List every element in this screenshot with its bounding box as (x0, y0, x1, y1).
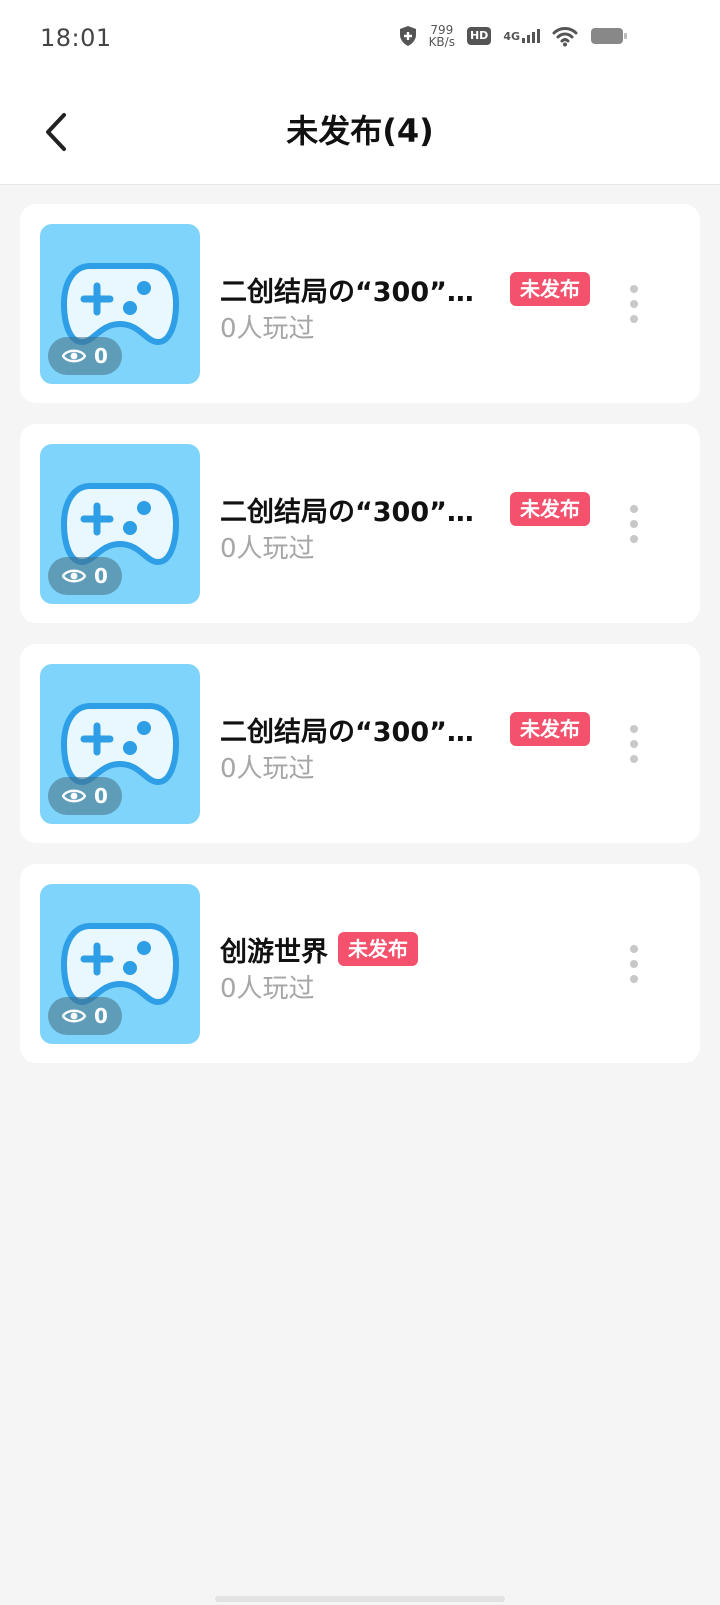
more-vertical-icon-dot (630, 505, 638, 513)
shield-icon (399, 26, 416, 46)
item-title: 创游世界 (220, 936, 328, 968)
status-badge: 未发布 (510, 492, 590, 526)
game-thumbnail: 0 (40, 884, 200, 1044)
more-vertical-icon-dot (630, 755, 638, 763)
more-vertical-icon-dot (630, 740, 638, 748)
more-vertical-icon-dot (630, 945, 638, 953)
more-vertical-icon-dot (630, 960, 638, 968)
view-count-pill: 0 (48, 557, 122, 595)
more-options-button[interactable] (608, 490, 660, 558)
network-type-label: 4G (503, 30, 520, 43)
more-vertical-icon-dot (630, 315, 638, 323)
more-vertical-icon-dot (630, 285, 638, 293)
list-item[interactable]: 0 二创结局の“300”种… 未发布 0人玩过 (20, 644, 700, 843)
view-count: 0 (94, 564, 108, 588)
more-vertical-icon-dot (630, 300, 638, 308)
view-count: 0 (94, 344, 108, 368)
unpublished-list: 0 二创结局の“300”种… 未发布 0人玩过 0 二创结局の“300”种… 未… (20, 204, 700, 1084)
signal-bars-icon (522, 29, 540, 43)
eye-icon (62, 789, 87, 803)
view-count: 0 (94, 1004, 108, 1028)
list-item[interactable]: 0 二创结局の“300”种… 未发布 0人玩过 (20, 204, 700, 403)
home-indicator[interactable] (215, 1596, 505, 1602)
view-count: 0 (94, 784, 108, 808)
hd-badge: HD (466, 27, 492, 45)
status-bar: 18:01 799 KB/s HD 4G (0, 0, 720, 84)
eye-icon (62, 569, 87, 583)
more-options-button[interactable] (608, 270, 660, 338)
page-header: 未发布(4) (0, 84, 720, 185)
status-badge: 未发布 (510, 272, 590, 306)
play-count: 0人玩过 (220, 974, 315, 1004)
list-item[interactable]: 0 创游世界 未发布 0人玩过 (20, 864, 700, 1063)
cellular-signal: 4G (503, 29, 540, 43)
item-text: 二创结局の“300”种… 未发布 0人玩过 (220, 270, 590, 345)
eye-icon (62, 349, 87, 363)
item-text: 创游世界 未发布 0人玩过 (220, 930, 418, 1005)
battery-icon (591, 28, 627, 44)
item-title: 二创结局の“300”种… (220, 496, 500, 528)
view-count-pill: 0 (48, 997, 122, 1035)
game-thumbnail: 0 (40, 224, 200, 384)
title-row: 二创结局の“300”种… 未发布 (220, 490, 590, 528)
title-row: 二创结局の“300”种… 未发布 (220, 270, 590, 308)
page-title: 未发布(4) (286, 112, 434, 150)
play-count: 0人玩过 (220, 534, 315, 564)
wifi-icon (552, 27, 578, 47)
item-title: 二创结局の“300”种… (220, 276, 500, 308)
item-text: 二创结局の“300”种… 未发布 0人玩过 (220, 710, 590, 785)
play-count: 0人玩过 (220, 754, 315, 784)
list-item[interactable]: 0 二创结局の“300”种… 未发布 0人玩过 (20, 424, 700, 623)
status-badge: 未发布 (338, 932, 418, 966)
view-count-pill: 0 (48, 777, 122, 815)
network-speed-unit: KB/s (428, 35, 455, 49)
more-vertical-icon-dot (630, 975, 638, 983)
more-vertical-icon-dot (630, 725, 638, 733)
more-vertical-icon-dot (630, 535, 638, 543)
game-thumbnail: 0 (40, 664, 200, 824)
item-text: 二创结局の“300”种… 未发布 0人玩过 (220, 490, 590, 565)
play-count: 0人玩过 (220, 314, 315, 344)
game-thumbnail: 0 (40, 444, 200, 604)
network-speed: 799 KB/s (429, 24, 455, 48)
title-row: 二创结局の“300”种… 未发布 (220, 710, 590, 748)
status-icons: 799 KB/s HD 4G (399, 24, 628, 48)
more-options-button[interactable] (608, 930, 660, 998)
more-options-button[interactable] (608, 710, 660, 778)
eye-icon (62, 1009, 87, 1023)
more-vertical-icon-dot (630, 520, 638, 528)
view-count-pill: 0 (48, 337, 122, 375)
status-badge: 未发布 (510, 712, 590, 746)
item-title: 二创结局の“300”种… (220, 716, 500, 748)
status-time: 18:01 (40, 24, 112, 52)
title-row: 创游世界 未发布 (220, 930, 418, 968)
